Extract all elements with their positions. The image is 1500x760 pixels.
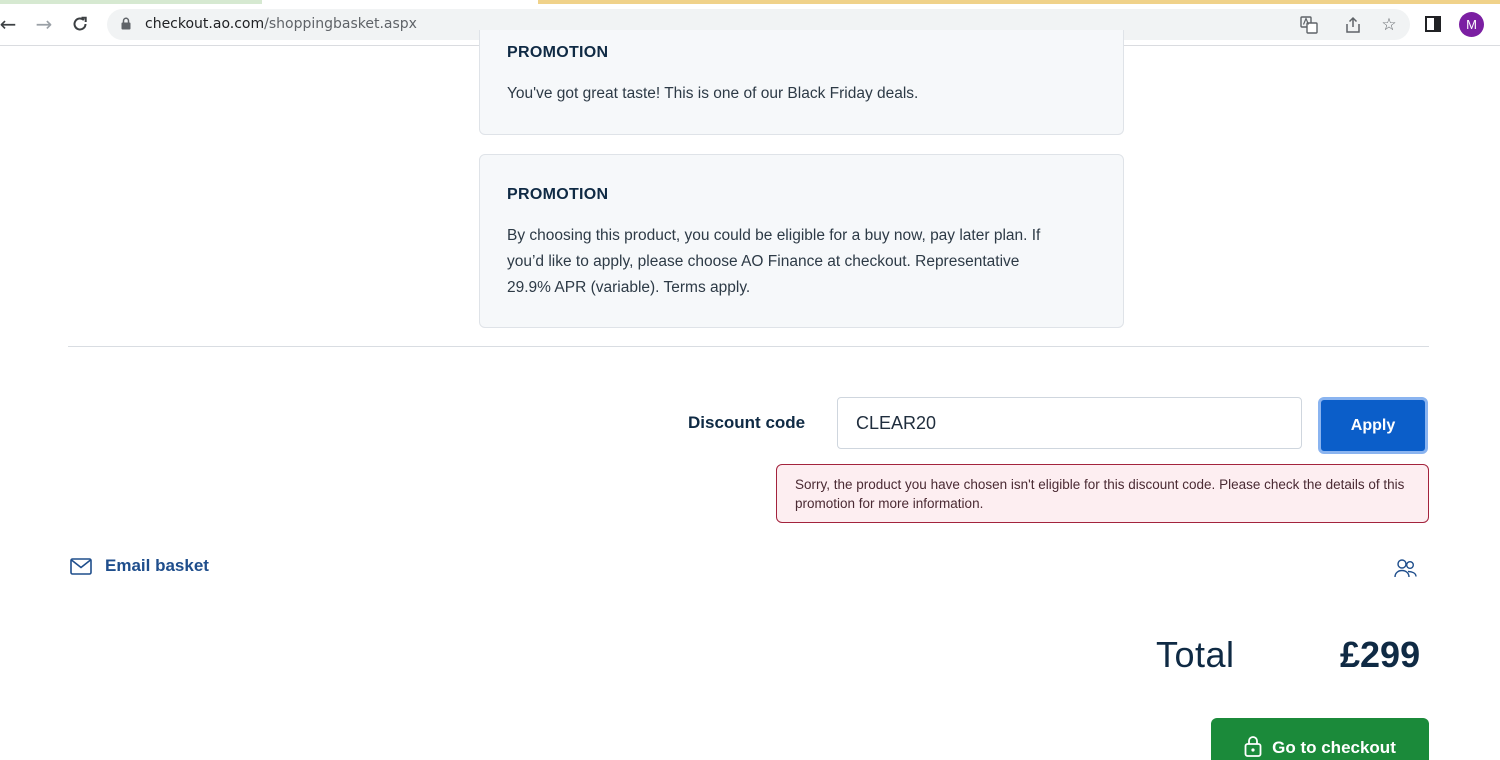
promotion-text: By choosing this product, you could be e… bbox=[507, 227, 1041, 296]
promotion-card: PROMOTION By choosing this product, you … bbox=[479, 154, 1124, 328]
total-amount: £299 bbox=[1340, 634, 1421, 675]
share-icon[interactable] bbox=[1342, 14, 1364, 36]
url-path: /shoppingbasket.aspx bbox=[264, 16, 417, 32]
section-divider bbox=[68, 346, 1429, 347]
total-label: Total bbox=[1156, 634, 1235, 675]
star-icon[interactable]: ☆ bbox=[1378, 14, 1400, 36]
discount-code-label: Discount code bbox=[688, 413, 806, 432]
forward-arrow-icon[interactable]: → bbox=[30, 10, 58, 38]
promotion-title: PROMOTION bbox=[507, 44, 609, 61]
url-host: checkout.ao.com bbox=[145, 16, 265, 32]
padlock-icon bbox=[1244, 736, 1262, 757]
email-basket-label: Email basket bbox=[105, 556, 209, 575]
discount-error-message: Sorry, the product you have chosen isn't… bbox=[776, 464, 1429, 523]
go-to-checkout-button[interactable]: Go to checkout bbox=[1211, 718, 1429, 760]
side-panel-icon[interactable] bbox=[1425, 16, 1441, 32]
lock-icon[interactable] bbox=[121, 17, 131, 30]
promotion-title: PROMOTION bbox=[507, 186, 609, 203]
discount-code-input[interactable] bbox=[837, 397, 1302, 449]
translate-icon[interactable] bbox=[1298, 14, 1320, 36]
url-text[interactable]: checkout.ao.com/shoppingbasket.aspx bbox=[145, 16, 417, 32]
checkout-label: Go to checkout bbox=[1272, 738, 1396, 757]
promotion-text: You've got great taste! This is one of o… bbox=[507, 85, 919, 102]
apply-button[interactable]: Apply bbox=[1318, 397, 1428, 454]
email-basket-link[interactable]: Email basket bbox=[70, 556, 209, 576]
people-icon[interactable] bbox=[1394, 557, 1418, 579]
profile-avatar[interactable]: M bbox=[1459, 12, 1484, 37]
back-arrow-icon[interactable]: ← bbox=[0, 10, 22, 38]
promotion-card: PROMOTION You've got great taste! This i… bbox=[479, 30, 1124, 135]
reload-icon[interactable] bbox=[66, 10, 94, 38]
envelope-icon bbox=[70, 557, 92, 575]
